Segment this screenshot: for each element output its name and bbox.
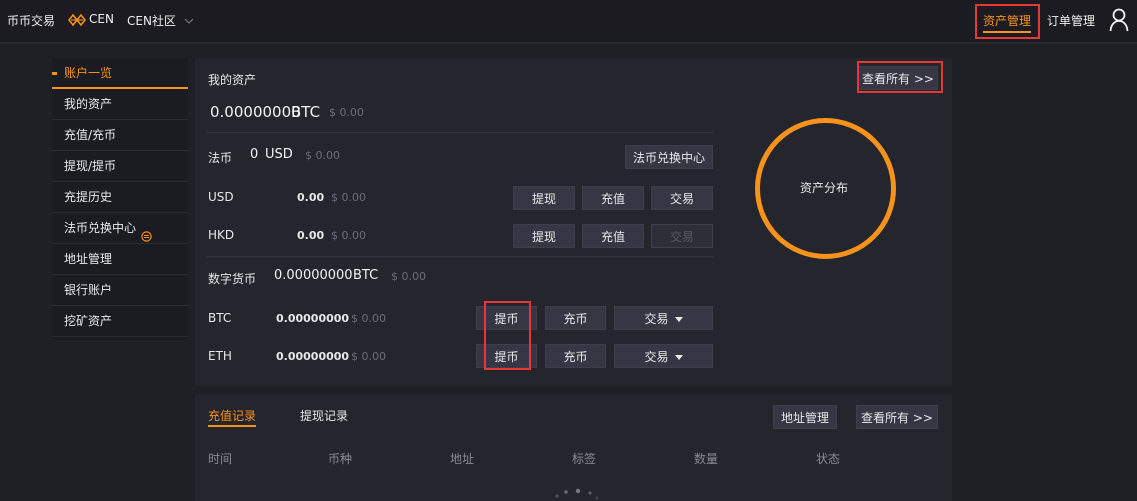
tab-deposit-records[interactable]: 充值记录 [208,407,256,424]
crypto-label: 数字货币 [208,272,257,286]
chevron-down-icon[interactable] [184,14,194,28]
sidebar-item-history[interactable]: 充提历史 [52,182,188,213]
fiat-amount: 0 [250,147,259,162]
total-btc-amount: 0.00000000 [210,103,301,121]
column-header: 数量 [694,452,719,466]
trade-eth-dropdown[interactable]: 交易 [614,344,713,368]
deposit-usd-button[interactable]: 充值 [582,186,644,210]
loading-spinner-icon [552,486,602,501]
distribution-label: 资产分布 [800,181,849,195]
crypto-row-name: ETH [208,349,232,363]
user-icon[interactable] [1109,8,1129,35]
nav-cen-community[interactable]: CEN社区 [127,12,176,29]
cen-logo-icon [67,13,87,30]
trade-label: 交易 [644,350,669,364]
address-mgmt-button[interactable]: 地址管理 [773,405,837,429]
sidebar: 账户一览 我的资产 充值/充币 提现/提币 充提历史 法币兑换中心 地址管理 银… [52,58,188,340]
column-header: 标签 [572,452,597,466]
fiat-label: 法币 [208,151,233,165]
sidebar-item-deposit[interactable]: 充值/充币 [52,120,188,151]
sidebar-item-bank[interactable]: 银行账户 [52,275,188,306]
tab-active-underline [208,425,256,427]
divider [207,132,713,133]
crypto-amount: 0.00000000 [274,268,353,283]
top-nav: 币币交易 CEN CEN社区 资产管理 订单管理 [0,0,1137,44]
highlight-box [857,61,943,93]
fiat-row-name: USD [208,190,234,204]
view-all-records-button[interactable]: 查看所有 >> [856,405,938,429]
caret-down-icon [674,317,683,322]
column-header: 币种 [328,452,353,466]
highlight-box [975,4,1040,39]
fiat-usd-value: $ 0.00 [305,149,340,162]
withdraw-hkd-button[interactable]: 提现 [513,224,575,248]
caret-down-icon [674,355,683,360]
sidebar-item-mining[interactable]: 挖矿资产 [52,306,188,337]
crypto-row-usd: $ 0.00 [351,312,386,325]
nav-order-mgmt[interactable]: 订单管理 [1047,12,1095,29]
nav-cen[interactable]: CEN [89,12,114,26]
nav-coin-trade[interactable]: 币币交易 [7,12,55,29]
crypto-row-amount: 0.00000000 [276,350,350,363]
crypto-row-name: BTC [208,311,232,325]
crypto-unit: BTC [353,268,379,283]
trade-usd-button[interactable]: 交易 [651,186,713,210]
trade-label: 交易 [644,312,669,326]
deposit-hkd-button[interactable]: 充值 [582,224,644,248]
sidebar-item-fiat-exchange[interactable]: 法币兑换中心 [52,213,188,244]
fiat-unit: USD [265,147,293,162]
crypto-row-amount: 0.00000000 [276,312,350,325]
sidebar-item-my-assets[interactable]: 我的资产 [52,89,188,120]
deposit-btc-button[interactable]: 充币 [545,306,606,330]
column-header: 时间 [208,452,233,466]
sidebar-item-label: 法币兑换中心 [64,221,137,235]
total-btc-unit: BTC [291,103,321,121]
column-header: 地址 [450,452,475,466]
deposit-eth-button[interactable]: 充币 [545,344,606,368]
fiat-row-amount: 0.00 [297,191,325,204]
fiat-row-name: HKD [208,228,235,242]
total-usd-value: $ 0.00 [329,106,364,119]
fiat-row-amount: 0.00 [297,229,325,242]
assets-title: 我的资产 [208,73,257,87]
sidebar-item-address[interactable]: 地址管理 [52,244,188,275]
crypto-usd-value: $ 0.00 [391,270,426,283]
divider [207,256,713,257]
fiat-row-usd: $ 0.00 [331,229,366,242]
sidebar-item-overview[interactable]: 账户一览 [52,58,188,89]
highlight-box [484,301,531,370]
withdraw-usd-button[interactable]: 提现 [513,186,575,210]
fiat-exchange-button[interactable]: 法币兑换中心 [625,145,713,169]
crypto-row-usd: $ 0.00 [351,350,386,363]
fiat-row-usd: $ 0.00 [331,191,366,204]
tab-withdraw-records[interactable]: 提现记录 [300,407,348,424]
sidebar-item-withdraw[interactable]: 提现/提币 [52,151,188,182]
column-header: 状态 [816,452,841,466]
trade-hkd-button[interactable]: 交易 [651,224,713,248]
trade-btc-dropdown[interactable]: 交易 [614,306,713,330]
